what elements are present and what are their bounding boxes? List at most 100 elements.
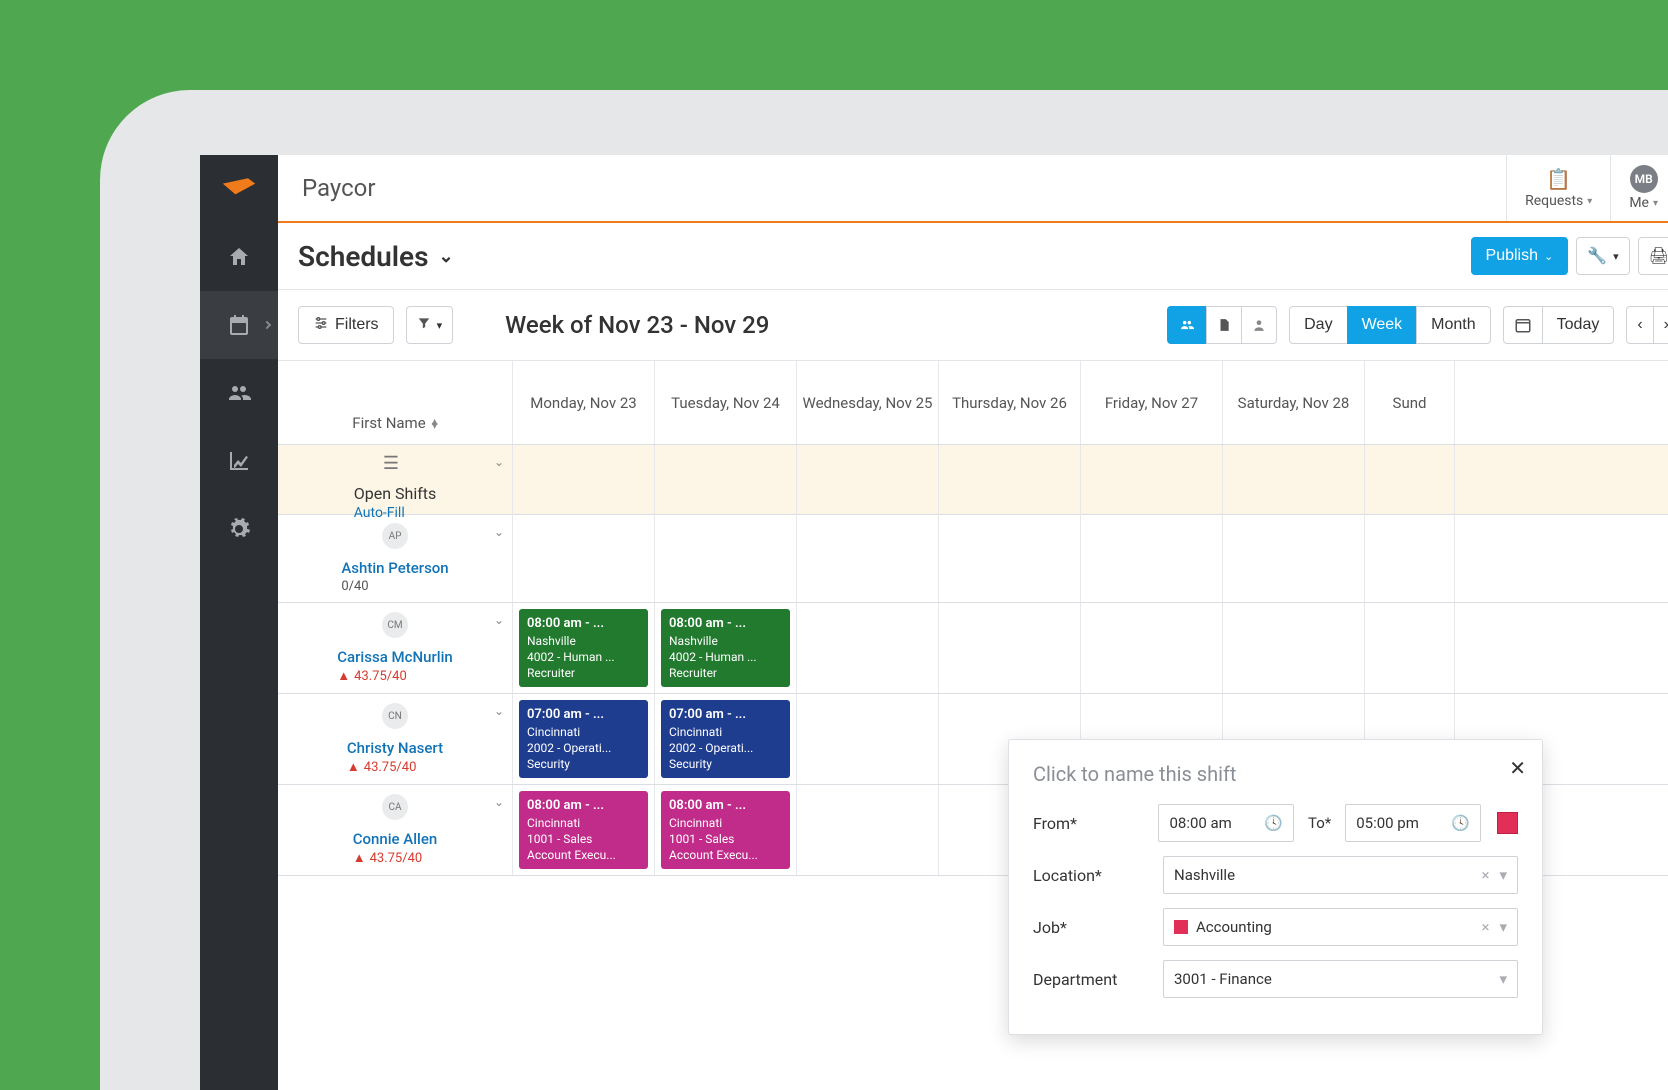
page-header: Schedules ⌄ Publish ⌄ 🔧 ▾ 🖨 [278,223,1668,290]
clipboard-icon: 📋 [1546,167,1571,191]
main: Paycor 📋 Requests▾ MB Me▾ Schedules ⌄ [278,155,1668,1090]
employee-row: APAshtin Peterson0/40⌄ [278,515,1668,603]
schedule-cell[interactable]: 08:00 am - ...Cincinnati1001 - SalesAcco… [655,785,797,875]
today-button[interactable]: Today [1542,306,1615,344]
schedule-header-row: First Name ▴▾ Monday, Nov 23 Tuesday, No… [278,361,1668,445]
schedule-cell[interactable] [797,694,939,784]
shift-block[interactable]: 08:00 am - ...Cincinnati1001 - SalesAcco… [661,791,790,869]
date-nav-group: Today [1503,306,1615,344]
column-day-4: Friday, Nov 27 [1081,361,1223,444]
row-caret[interactable]: ⌄ [494,613,504,627]
employee-name-cell: CNChristy Nasert▲ 43.75/40⌄ [278,694,513,784]
filter-dropdown-button[interactable]: ▾ [406,306,454,344]
print-icon: 🖨 [1649,246,1668,266]
employee-name-link[interactable]: Connie Allen [353,830,438,848]
employee-avatar: CA [382,794,408,820]
view-month-button[interactable]: Month [1416,306,1490,344]
clear-icon[interactable]: × [1481,866,1489,884]
employee-name-cell: CAConnie Allen▲ 43.75/40⌄ [278,785,513,875]
schedule-cell[interactable] [655,515,797,602]
sort-first-name[interactable]: First Name ▴▾ [352,414,437,432]
schedule-cell[interactable]: 08:00 am - ...Cincinnati1001 - SalesAcco… [513,785,655,875]
close-button[interactable]: ✕ [1509,756,1526,780]
schedule-cell[interactable] [1223,603,1365,693]
funnel-icon [417,316,431,335]
location-select[interactable]: Nashville ×▾ [1163,856,1518,894]
shift-color-swatch[interactable] [1497,812,1518,834]
clock-icon: 🕓 [1264,814,1283,832]
from-time-input[interactable]: 08:00 am 🕓 [1158,804,1294,842]
employee-name-link[interactable]: Christy Nasert [347,739,443,757]
requests-label: Requests [1525,193,1583,209]
popover-title[interactable]: Click to name this shift [1033,762,1518,786]
schedule-cell[interactable]: 07:00 am - ...Cincinnati2002 - Operati..… [513,694,655,784]
shift-block[interactable]: 07:00 am - ...Cincinnati2002 - Operati..… [519,700,648,778]
shift-role: Security [669,756,782,772]
next-week-button[interactable]: › [1653,306,1668,344]
view-person-button[interactable] [1241,306,1277,344]
shift-block[interactable]: 08:00 am - ...Nashville4002 - Human ...R… [661,609,790,687]
shift-time: 08:00 am - ... [527,797,640,815]
to-time-input[interactable]: 05:00 pm 🕓 [1345,804,1481,842]
sidebar-item-reports[interactable] [200,427,278,495]
sidebar-item-settings[interactable] [200,495,278,563]
sidebar-item-schedules[interactable] [200,291,278,359]
shift-dept: 2002 - Operati... [669,740,782,756]
shift-block[interactable]: 08:00 am - ...Nashville4002 - Human ...R… [519,609,648,687]
employee-name-link[interactable]: Carissa McNurlin [337,648,453,666]
filters-button[interactable]: Filters [298,306,394,344]
chevron-down-icon: ⌄ [1544,250,1553,263]
employee-hours: 0/40 [341,579,448,594]
topbar-me[interactable]: MB Me▾ [1610,155,1668,221]
view-group-button[interactable] [1167,306,1206,344]
date-picker-button[interactable] [1503,306,1542,344]
job-select[interactable]: Accounting ×▾ [1163,908,1518,946]
employee-name-link[interactable]: Ashtin Peterson [341,559,448,577]
row-caret[interactable]: ⌄ [494,525,504,539]
schedule-cell[interactable] [939,515,1081,602]
alert-icon: ▲ [337,668,350,684]
schedule-cell[interactable]: 07:00 am - ...Cincinnati2002 - Operati..… [655,694,797,784]
view-week-button[interactable]: Week [1347,306,1417,344]
schedule-cell[interactable] [1365,603,1455,693]
page-title-dropdown[interactable]: Schedules ⌄ [298,240,454,273]
schedule-cell[interactable] [513,515,655,602]
shift-block[interactable]: 08:00 am - ...Cincinnati1001 - SalesAcco… [519,791,648,869]
column-day-2: Wednesday, Nov 25 [797,361,939,444]
schedule-cell[interactable] [797,603,939,693]
clear-icon[interactable]: × [1481,918,1489,936]
publish-button[interactable]: Publish ⌄ [1471,237,1569,275]
schedule-cell[interactable]: 08:00 am - ...Nashville4002 - Human ...R… [513,603,655,693]
column-day-0: Monday, Nov 23 [513,361,655,444]
column-day-1: Tuesday, Nov 24 [655,361,797,444]
department-select[interactable]: 3001 - Finance ▾ [1163,960,1518,998]
schedule-cell[interactable] [1365,515,1455,602]
schedule-cell[interactable] [939,603,1081,693]
schedule-cell[interactable] [1081,603,1223,693]
from-value: 08:00 am [1169,814,1231,832]
schedule-cell[interactable]: 08:00 am - ...Nashville4002 - Human ...R… [655,603,797,693]
job-label: Job* [1033,918,1153,937]
sidebar-item-home[interactable] [200,223,278,291]
shift-block[interactable]: 07:00 am - ...Cincinnati2002 - Operati..… [661,700,790,778]
print-button[interactable]: 🖨 [1638,237,1668,275]
schedule-cell[interactable] [1223,515,1365,602]
topbar-requests[interactable]: 📋 Requests▾ [1506,155,1610,221]
employee-hours: ▲ 43.75/40 [347,759,443,775]
sidebar-item-people[interactable] [200,359,278,427]
row-caret[interactable]: ⌄ [494,455,504,469]
open-shifts-title: Open Shifts [354,484,437,503]
schedule-cell[interactable] [1081,515,1223,602]
menu-icon[interactable]: ☰ [383,453,399,474]
view-day-button[interactable]: Day [1289,306,1346,344]
row-caret[interactable]: ⌄ [494,704,504,718]
tools-button[interactable]: 🔧 ▾ [1576,237,1629,275]
view-doc-button[interactable] [1206,306,1241,344]
row-caret[interactable]: ⌄ [494,795,504,809]
schedule-cell[interactable] [797,515,939,602]
prev-week-button[interactable]: ‹ [1626,306,1652,344]
shift-time: 07:00 am - ... [527,706,640,724]
employee-avatar: CM [382,612,408,638]
chart-icon [227,449,251,473]
schedule-cell[interactable] [797,785,939,875]
